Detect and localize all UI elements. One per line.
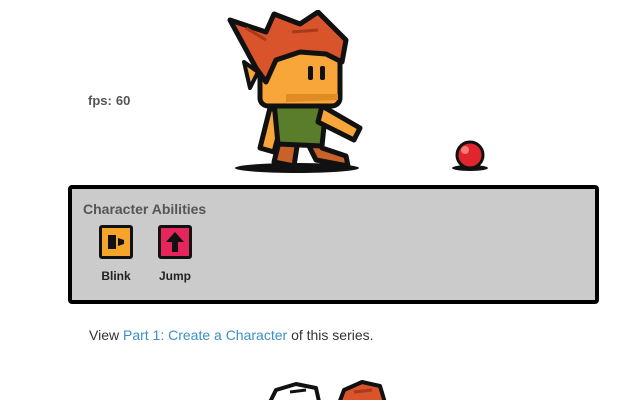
series-note-suffix: of this series. [291, 327, 374, 343]
series-note: View Part 1: Create a Character of this … [89, 327, 374, 343]
character-abilities-panel: Character Abilities Blink Jump [68, 185, 599, 304]
fps-counter: fps: 60 [88, 93, 130, 108]
fps-label: fps: [88, 93, 112, 108]
red-ball [452, 140, 488, 171]
game-stage[interactable]: fps: 60 Character Abilities Blink Jump V… [0, 0, 640, 400]
jump-ability-button[interactable]: Jump [145, 225, 205, 283]
jump-arrow-icon[interactable] [158, 225, 192, 259]
blink-ability-button[interactable]: Blink [86, 225, 146, 283]
hero-character [227, 10, 363, 173]
series-note-prefix: View [89, 327, 120, 343]
blink-label: Blink [101, 269, 131, 283]
preview-characters [268, 380, 387, 400]
part-1-link[interactable]: Part 1: Create a Character [123, 327, 287, 343]
fps-value: 60 [115, 93, 131, 108]
abilities-title: Character Abilities [83, 201, 207, 217]
blink-icon[interactable] [99, 225, 133, 259]
jump-label: Jump [158, 269, 191, 283]
